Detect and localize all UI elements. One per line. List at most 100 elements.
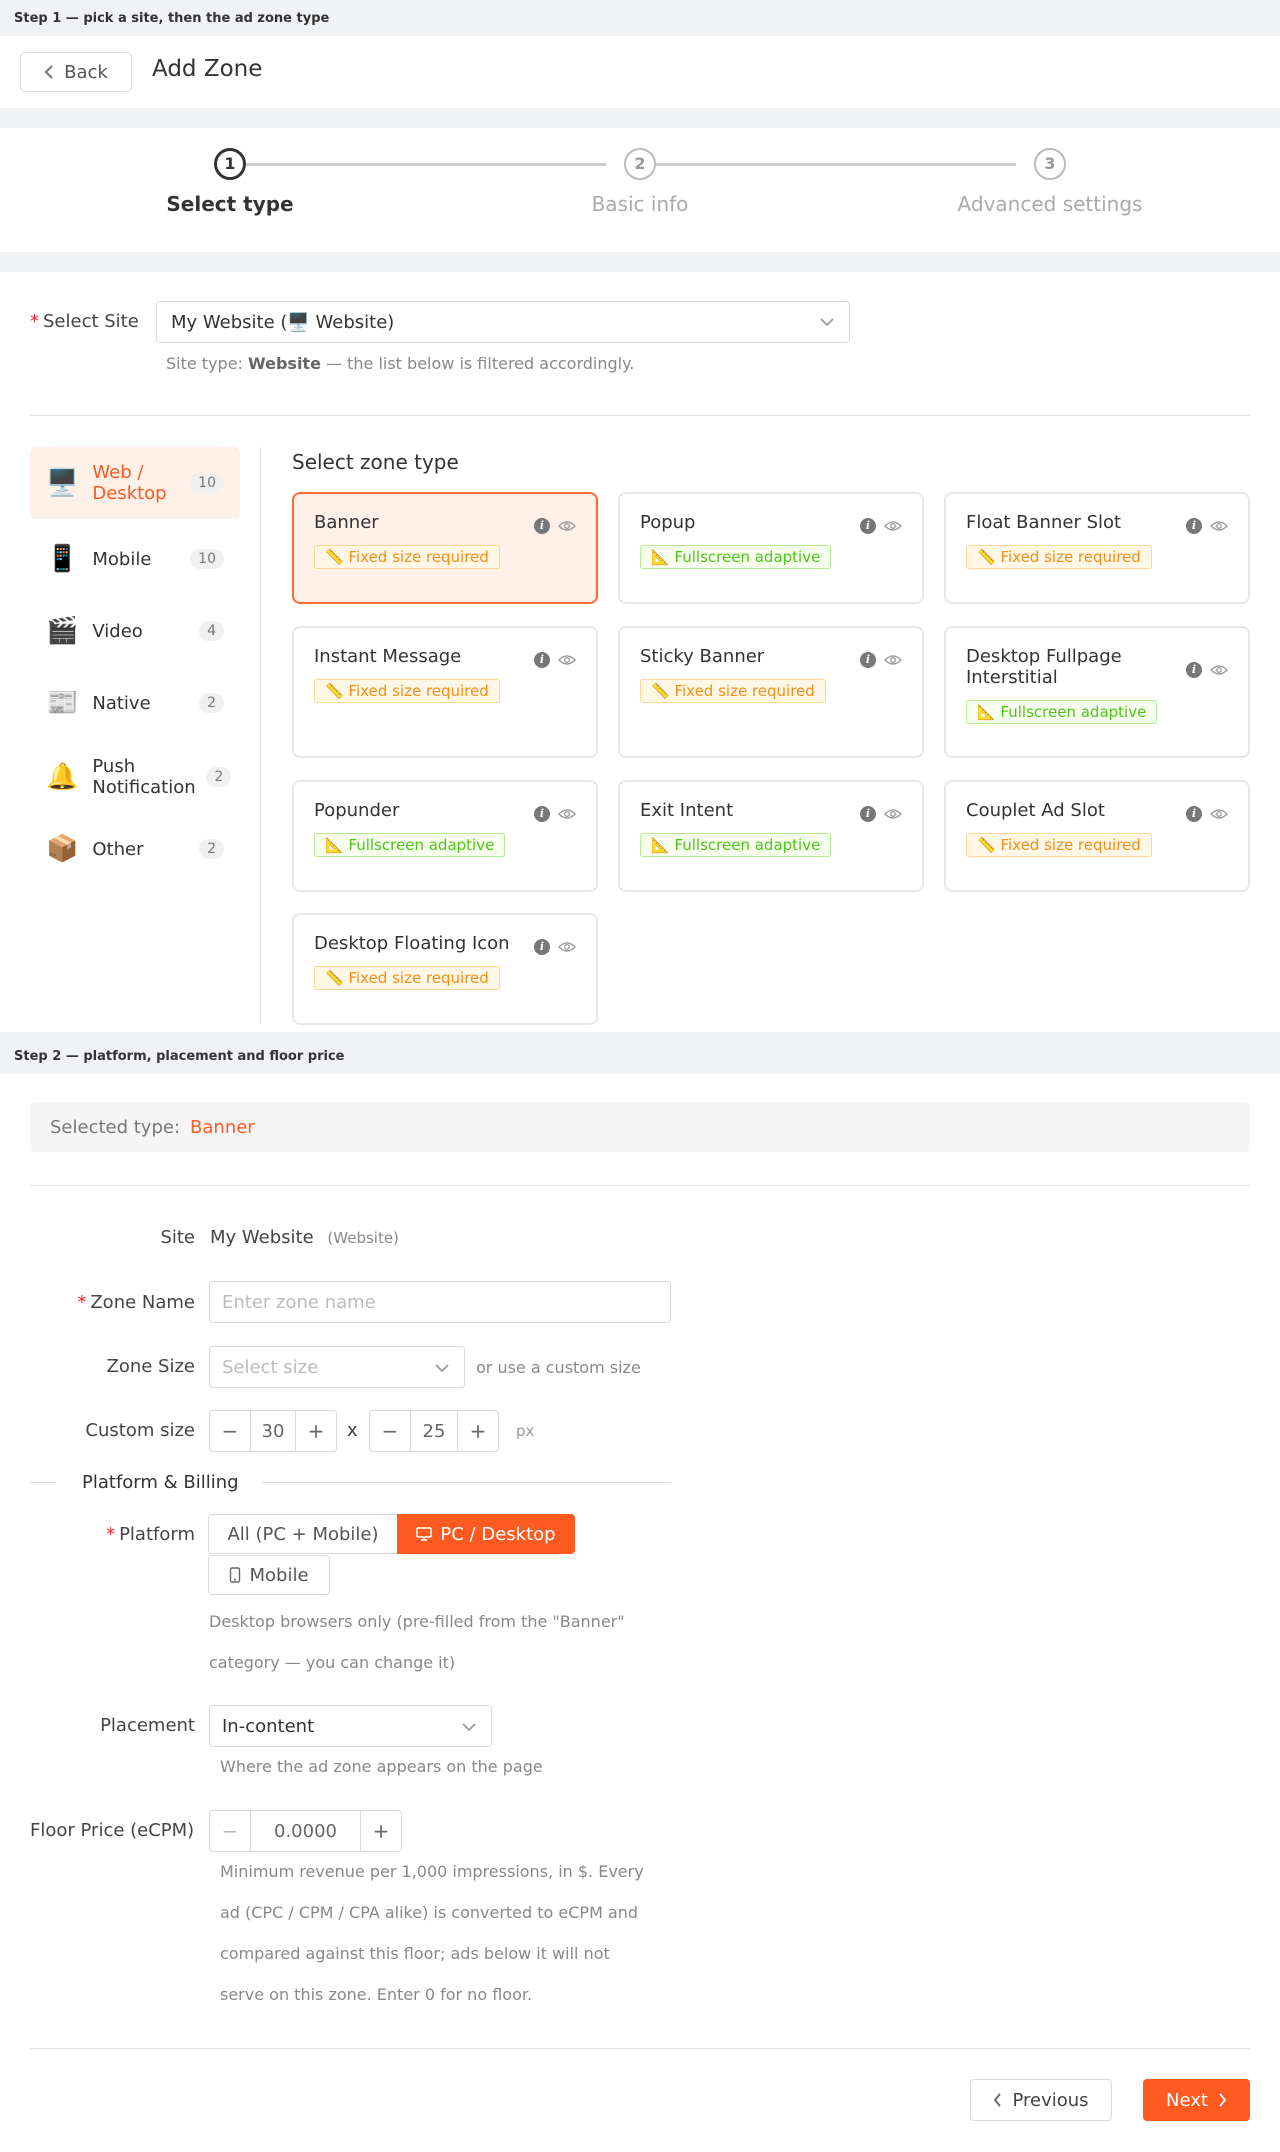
eye-icon[interactable] bbox=[1210, 808, 1228, 820]
divider bbox=[30, 2048, 1250, 2049]
minus-icon[interactable]: − bbox=[370, 1411, 410, 1451]
eye-icon[interactable] bbox=[558, 654, 576, 666]
zone-card-desktop-fullpage-interstitial[interactable]: Desktop Fullpage Interstitial i 📐 Fullsc… bbox=[944, 626, 1250, 758]
zone-card-exit-intent[interactable]: Exit Intent i 📐 Fullscreen adaptive bbox=[618, 780, 924, 892]
category-video[interactable]: 🎬 Video 4 bbox=[30, 595, 240, 667]
site-select[interactable]: My Website (🖥️ Website) bbox=[156, 301, 850, 343]
plus-icon[interactable]: + bbox=[296, 1411, 336, 1451]
chevron-right-icon bbox=[1219, 2093, 1227, 2107]
step-number: 2 bbox=[624, 148, 656, 180]
step-label: Basic info bbox=[591, 192, 689, 216]
eye-icon[interactable] bbox=[558, 808, 576, 820]
site-hint-suffix: — the list below is filtered accordingly… bbox=[326, 354, 635, 373]
platform-option-all[interactable]: All (PC + Mobile) bbox=[208, 1514, 398, 1554]
zone-card-popunder[interactable]: Popunder i 📐 Fullscreen adaptive bbox=[292, 780, 598, 892]
eye-icon[interactable] bbox=[558, 520, 576, 532]
category-mobile[interactable]: 📱 Mobile 10 bbox=[30, 523, 240, 595]
eye-icon[interactable] bbox=[884, 654, 902, 666]
previous-button[interactable]: Previous bbox=[970, 2079, 1112, 2121]
placement-help: Where the ad zone appears on the page bbox=[220, 1757, 543, 1776]
zone-card-sticky-banner[interactable]: Sticky Banner i 📏 Fixed size required bbox=[618, 626, 924, 758]
category-native[interactable]: 📰 Native 2 bbox=[30, 667, 240, 739]
plus-icon[interactable]: + bbox=[458, 1411, 498, 1451]
platform-help-line1: Desktop browsers only (pre-filled from t… bbox=[209, 1612, 625, 1631]
floor-price-label: Floor Price (eCPM) bbox=[30, 1820, 195, 1841]
zone-name-label: * Zone Name bbox=[77, 1292, 195, 1313]
eye-icon[interactable] bbox=[884, 808, 902, 820]
section-divider-right bbox=[262, 1482, 671, 1483]
info-icon[interactable]: i bbox=[534, 806, 550, 822]
step1-caption: Step 1 — pick a site, then the ad zone t… bbox=[14, 11, 330, 26]
info-icon[interactable]: i bbox=[1186, 662, 1202, 678]
zone-tag: 📏 Fixed size required bbox=[640, 679, 826, 703]
placement-select[interactable]: In-content bbox=[209, 1705, 492, 1747]
eye-icon[interactable] bbox=[884, 520, 902, 532]
zone-tag: 📏 Fixed size required bbox=[966, 833, 1152, 857]
site-label-text: Select Site bbox=[43, 311, 139, 332]
floor-help-line3: compared against this floor; ads below i… bbox=[220, 1944, 610, 1963]
mobile-icon bbox=[230, 1567, 241, 1583]
step-label: Select type bbox=[166, 192, 294, 216]
category-push-notification[interactable]: 🔔 Push Notification 2 bbox=[30, 741, 240, 813]
zone-card-banner[interactable]: Banner i 📏 Fixed size required bbox=[292, 492, 598, 604]
category-count: 2 bbox=[199, 839, 224, 859]
info-icon[interactable]: i bbox=[534, 652, 550, 668]
divider bbox=[30, 1185, 1250, 1186]
category-web-desktop[interactable]: 🖥️ Web / Desktop 10 bbox=[30, 447, 240, 519]
desktop-icon: 🖥️ bbox=[46, 468, 79, 498]
zone-card-couplet-ad-slot[interactable]: Couplet Ad Slot i 📏 Fixed size required bbox=[944, 780, 1250, 892]
zone-name: Sticky Banner bbox=[640, 646, 765, 667]
zone-card-instant-message[interactable]: Instant Message i 📏 Fixed size required bbox=[292, 626, 598, 758]
floor-price-stepper[interactable]: − 0.0000 + bbox=[209, 1810, 402, 1852]
zone-name-input[interactable]: Enter zone name bbox=[209, 1281, 671, 1323]
info-icon[interactable]: i bbox=[1186, 518, 1202, 534]
zone-name-label-text: Zone Name bbox=[90, 1292, 195, 1313]
info-icon[interactable]: i bbox=[860, 518, 876, 534]
step-number: 1 bbox=[214, 148, 246, 180]
height-value[interactable]: 25 bbox=[410, 1411, 458, 1451]
site-hint: Site type: Website — the list below is f… bbox=[166, 354, 634, 373]
floor-price-value[interactable]: 0.0000 bbox=[250, 1811, 361, 1851]
info-icon[interactable]: i bbox=[860, 652, 876, 668]
height-stepper[interactable]: − 25 + bbox=[369, 1410, 499, 1452]
zone-tag: 📏 Fixed size required bbox=[966, 545, 1152, 569]
floor-help-line2: ad (CPC / CPM / CPA alike) is converted … bbox=[220, 1903, 639, 1922]
info-icon[interactable]: i bbox=[534, 939, 550, 955]
zone-card-desktop-floating-icon[interactable]: Desktop Floating Icon i 📏 Fixed size req… bbox=[292, 913, 598, 1025]
chevron-down-icon bbox=[435, 1364, 449, 1373]
platform-option-mobile[interactable]: Mobile bbox=[208, 1555, 330, 1595]
category-name: Native bbox=[92, 692, 151, 714]
width-stepper[interactable]: − 30 + bbox=[209, 1410, 337, 1452]
monitor-icon bbox=[416, 1527, 433, 1541]
eye-icon[interactable] bbox=[1210, 520, 1228, 532]
sidebar-divider bbox=[260, 447, 261, 1022]
zone-card-float-banner-slot[interactable]: Float Banner Slot i 📏 Fixed size require… bbox=[944, 492, 1250, 604]
eye-icon[interactable] bbox=[1210, 664, 1228, 676]
site-field-value: My Website (Website) bbox=[210, 1227, 399, 1248]
info-icon[interactable]: i bbox=[534, 518, 550, 534]
zone-size-select[interactable]: Select size bbox=[209, 1346, 465, 1388]
info-icon[interactable]: i bbox=[1186, 806, 1202, 822]
category-count: 4 bbox=[199, 621, 224, 641]
category-count: 2 bbox=[199, 693, 224, 713]
site-field-label: Site bbox=[160, 1227, 195, 1248]
zone-tag: 📏 Fixed size required bbox=[314, 679, 500, 703]
zone-name-placeholder: Enter zone name bbox=[222, 1291, 376, 1313]
category-other[interactable]: 📦 Other 2 bbox=[30, 813, 240, 885]
eye-icon[interactable] bbox=[558, 941, 576, 953]
back-button[interactable]: Back bbox=[20, 52, 132, 92]
platform-label-text: Platform bbox=[119, 1524, 195, 1545]
width-value[interactable]: 30 bbox=[250, 1411, 296, 1451]
zone-tag: 📐 Fullscreen adaptive bbox=[966, 700, 1158, 724]
zone-card-popup[interactable]: Popup i 📐 Fullscreen adaptive bbox=[618, 492, 924, 604]
minus-icon[interactable]: − bbox=[210, 1811, 250, 1851]
site-select-value: My Website (🖥️ Website) bbox=[171, 311, 395, 333]
platform-option-pc-desktop[interactable]: PC / Desktop bbox=[397, 1514, 575, 1554]
plus-icon[interactable]: + bbox=[361, 1811, 401, 1851]
minus-icon[interactable]: − bbox=[210, 1411, 250, 1451]
zone-tag: 📐 Fullscreen adaptive bbox=[640, 545, 832, 569]
site-hint-prefix: Site type: bbox=[166, 354, 243, 373]
next-button[interactable]: Next bbox=[1143, 2079, 1250, 2121]
next-button-label: Next bbox=[1166, 2089, 1208, 2111]
info-icon[interactable]: i bbox=[860, 806, 876, 822]
